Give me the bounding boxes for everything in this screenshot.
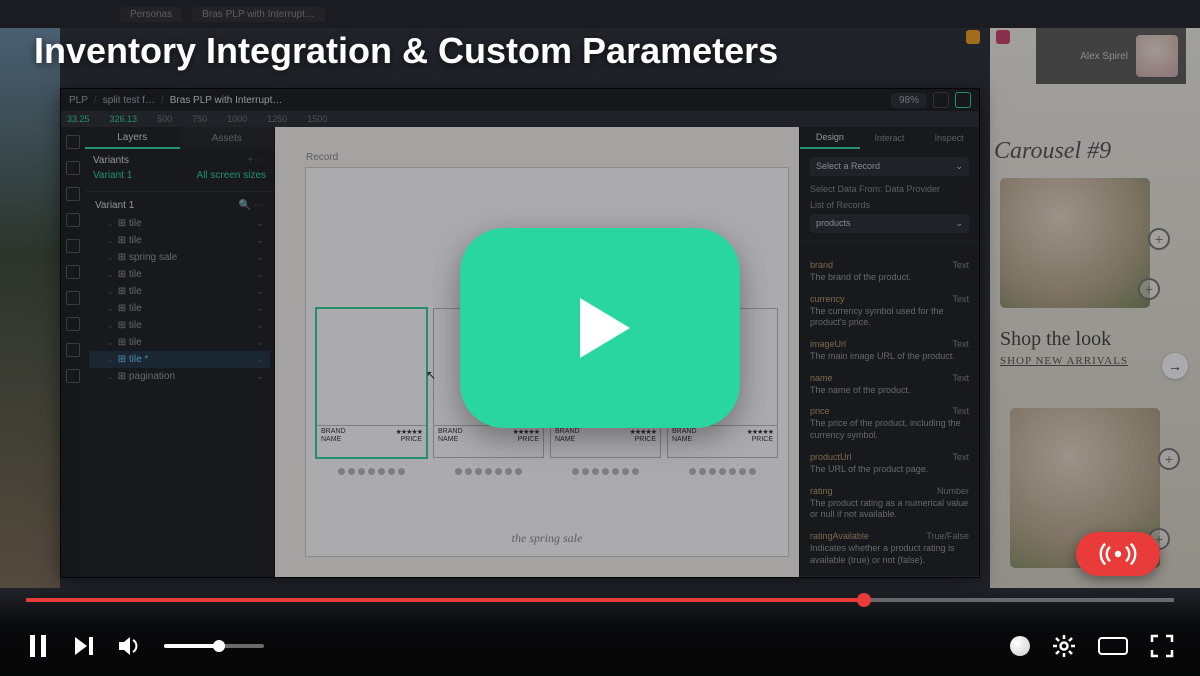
live-badge[interactable] [1076, 532, 1160, 576]
volume-slider[interactable] [164, 644, 264, 648]
video-stage: Personas Bras PLP with Interrupt… Carous… [0, 0, 1200, 676]
volume-thumb-icon[interactable] [213, 640, 225, 652]
theater-mode-button[interactable] [1098, 637, 1128, 655]
quality-button[interactable] [1010, 636, 1030, 656]
play-button[interactable] [460, 228, 740, 428]
progress-fill [26, 598, 864, 602]
volume-button[interactable] [118, 634, 142, 658]
pause-button[interactable] [26, 634, 50, 658]
settings-button[interactable] [1052, 634, 1076, 658]
player-controls [0, 588, 1200, 676]
next-button[interactable] [72, 634, 96, 658]
progress-thumb-icon[interactable] [857, 593, 871, 607]
fullscreen-button[interactable] [1150, 634, 1174, 658]
volume-fill [164, 644, 219, 648]
video-title: Inventory Integration & Custom Parameter… [34, 30, 1166, 72]
progress-bar[interactable] [26, 598, 1174, 602]
broadcast-icon [1098, 542, 1138, 566]
play-icon [550, 278, 650, 378]
